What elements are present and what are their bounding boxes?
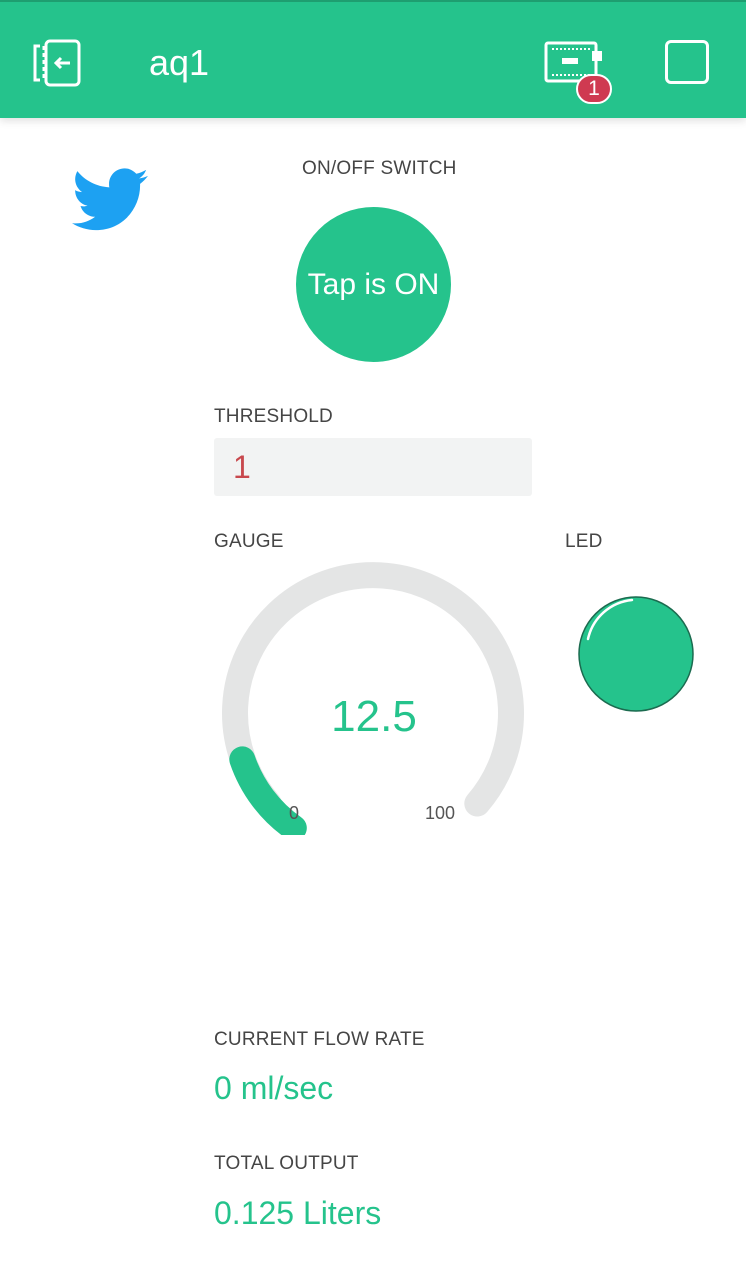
flow-rate-label: CURRENT FLOW RATE: [214, 1029, 425, 1050]
gauge-label: GAUGE: [214, 531, 284, 552]
total-output-value: 0.125 Liters: [214, 1195, 382, 1231]
flow-rate-value: 0 ml/sec: [214, 1070, 334, 1106]
tap-switch-button[interactable]: Tap is ON: [296, 207, 451, 362]
gauge-track: [222, 562, 524, 817]
total-output-label: TOTAL OUTPUT: [214, 1153, 359, 1174]
app-title: aq1: [149, 42, 210, 83]
led-indicator: [578, 596, 694, 712]
app-header: aq1 1: [0, 0, 746, 118]
gauge-fill: [229, 746, 307, 835]
notification-badge[interactable]: 1: [576, 74, 612, 104]
fullscreen-button[interactable]: [665, 40, 709, 84]
twitter-bird-icon[interactable]: [72, 168, 148, 232]
gauge-min-label: 0: [289, 803, 300, 823]
gauge-max-label: 100: [425, 803, 456, 823]
exit-icon[interactable]: [32, 38, 84, 88]
led-label: LED: [565, 531, 603, 552]
switch-label: ON/OFF SWITCH: [302, 158, 457, 179]
threshold-input[interactable]: 1: [214, 438, 532, 496]
gauge-value: 12.5: [331, 692, 417, 741]
threshold-label: THRESHOLD: [214, 406, 333, 427]
